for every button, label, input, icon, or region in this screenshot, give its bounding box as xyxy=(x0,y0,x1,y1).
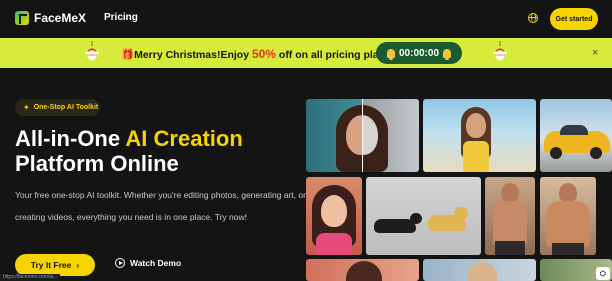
get-started-button[interactable]: Get started xyxy=(550,8,598,30)
close-banner-button[interactable]: × xyxy=(592,47,598,59)
hero-description: Your free one-stop AI toolkit. Whether y… xyxy=(15,190,306,222)
bell-icon xyxy=(443,48,452,60)
status-bar-url: https://facemex.com/ai... xyxy=(0,274,61,281)
language-globe-icon[interactable] xyxy=(528,13,538,23)
play-icon xyxy=(115,258,125,268)
toolkit-badge: ✦ One-Stop AI Toolkit xyxy=(15,99,100,116)
bell-icon xyxy=(386,48,395,60)
santa-icon xyxy=(85,41,99,61)
santa-icon xyxy=(493,41,507,61)
brand-name[interactable]: FaceMeX xyxy=(34,11,86,25)
nav-link-pricing[interactable]: Pricing xyxy=(104,12,138,23)
gallery-image-yellow-car[interactable] xyxy=(540,99,612,172)
gallery-image-woman-before-after[interactable] xyxy=(306,99,419,172)
timer-value: 00:00:00 xyxy=(398,47,440,59)
gift-icon: 🎁 xyxy=(121,49,135,61)
countdown-timer[interactable]: 00:00:00 xyxy=(376,42,462,64)
christmas-promo-banner: 🎁Merry Christmas!Enjoy 50% off on all pr… xyxy=(0,38,612,68)
gallery-image-anime-girl[interactable] xyxy=(306,177,362,255)
gallery-image-cat-transformation[interactable] xyxy=(366,177,481,255)
facemex-logo-icon[interactable] xyxy=(15,11,29,25)
gallery-image-portrait-1[interactable] xyxy=(306,259,419,281)
promo-text: 🎁Merry Christmas!Enjoy 50% off on all pr… xyxy=(121,47,395,61)
hero-title: All-in-One AI Creation Platform Online xyxy=(15,126,243,176)
watch-demo-button[interactable]: Watch Demo xyxy=(115,258,181,268)
gallery-image-beach-woman[interactable] xyxy=(423,99,536,172)
arrow-right-icon: › xyxy=(76,260,80,270)
gallery-image-muscle-man-after[interactable] xyxy=(540,177,596,255)
floating-widget-button[interactable]: ⛭ xyxy=(596,267,610,280)
try-it-free-button[interactable]: Try It Free › xyxy=(15,254,95,276)
discount-percent: 50% xyxy=(251,47,276,61)
gallery-image-portrait-2[interactable] xyxy=(423,259,536,281)
sparkle-icon: ✦ xyxy=(23,103,30,112)
gallery-image-muscle-man-before[interactable] xyxy=(485,177,535,255)
top-nav: FaceMeX Pricing Get started xyxy=(0,0,612,38)
